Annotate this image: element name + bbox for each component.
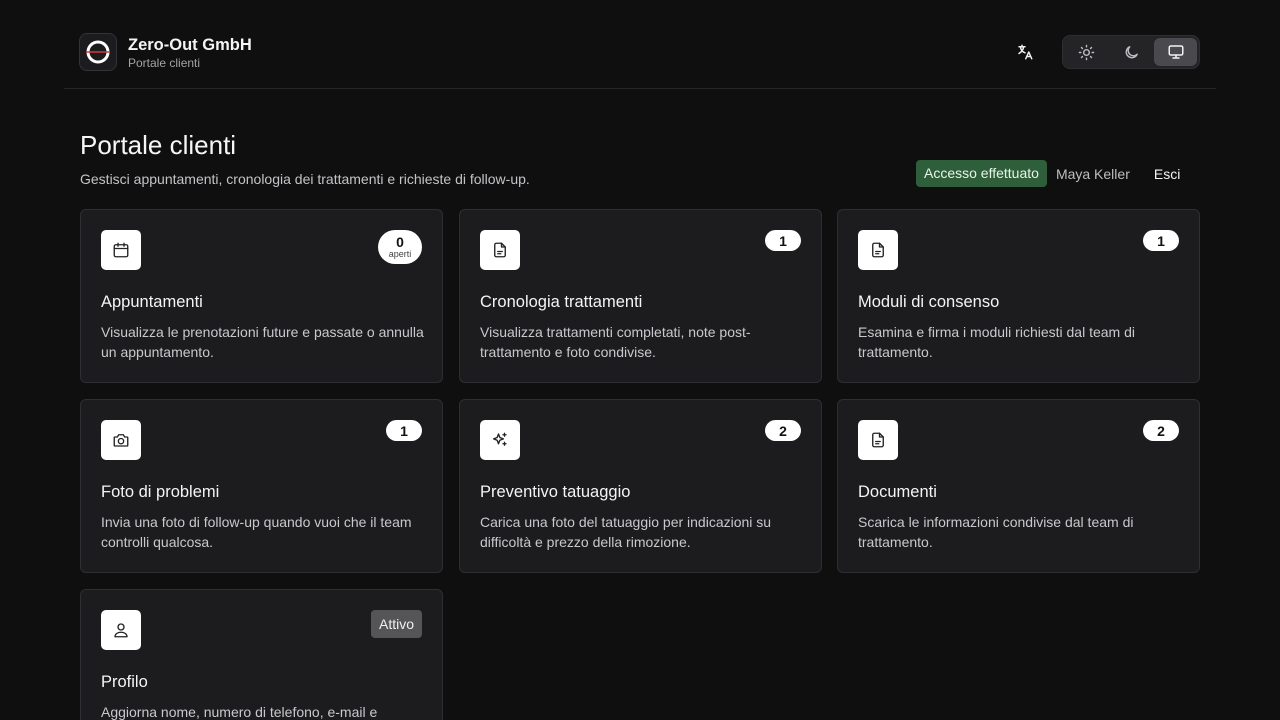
- user-icon: [101, 610, 141, 650]
- card-treatment-history[interactable]: 1 Cronologia trattamenti Visualizza trat…: [459, 209, 822, 383]
- card-appointments[interactable]: 0 aperti Appuntamenti Visualizza le pren…: [80, 209, 443, 383]
- calendar-icon: [101, 230, 141, 270]
- brand[interactable]: Zero-Out GmbH Portale clienti: [79, 33, 252, 71]
- count-badge: 1: [1143, 230, 1179, 251]
- card-title: Cronologia trattamenti: [480, 293, 643, 311]
- monitor-icon: [1168, 45, 1184, 59]
- translate-icon: [1018, 44, 1033, 60]
- language-button[interactable]: [1010, 38, 1040, 66]
- card-description: Aggiorna nome, numero di telefono, e-mai…: [101, 704, 378, 720]
- status-badge: Attivo: [370, 610, 422, 638]
- theme-light-button[interactable]: [1065, 38, 1108, 66]
- open-count-label: aperti: [388, 248, 412, 259]
- card-description: Visualizza le prenotazioni future e pass…: [101, 324, 424, 360]
- page-title: Portale clienti: [80, 130, 237, 160]
- card-description: Invia una foto di follow-up quando vuoi …: [101, 514, 412, 550]
- card-title: Appuntamenti: [101, 293, 203, 311]
- sun-icon: [1078, 44, 1095, 60]
- logout-button[interactable]: Esci: [1154, 166, 1180, 182]
- card-tattoo-quote[interactable]: 2 Preventivo tatuaggio Carica una foto d…: [459, 399, 822, 573]
- card-description: Visualizza trattamenti completati, note …: [480, 324, 751, 360]
- document-icon: [858, 420, 898, 460]
- card-consent-forms[interactable]: 1 Moduli di consenso Esamina e firma i m…: [837, 209, 1200, 383]
- count-badge: 1: [765, 230, 801, 251]
- client-portal-page: Zero-Out GmbH Portale clienti Portale cl…: [0, 0, 1280, 720]
- count-badge: 2: [765, 420, 801, 441]
- company-name: Zero-Out GmbH: [128, 35, 252, 54]
- card-title: Moduli di consenso: [858, 293, 1000, 311]
- user-name: Maya Keller: [1055, 165, 1130, 182]
- card-title: Documenti: [858, 483, 937, 501]
- card-title: Preventivo tatuaggio: [480, 483, 631, 501]
- card-documents[interactable]: 2 Documenti Scarica le informazioni cond…: [837, 399, 1200, 573]
- count-badge: 2: [1143, 420, 1179, 441]
- card-problem-photos[interactable]: 1 Foto di problemi Invia una foto di fol…: [80, 399, 443, 573]
- card-title: Profilo: [101, 673, 148, 691]
- card-description: Carica una foto del tatuaggio per indica…: [480, 514, 772, 550]
- page-subtitle: Gestisci appuntamenti, cronologia dei tr…: [80, 171, 530, 187]
- document-icon: [480, 230, 520, 270]
- top-header: Zero-Out GmbH Portale clienti: [64, 0, 1216, 89]
- theme-system-button[interactable]: [1154, 38, 1198, 66]
- moon-icon: [1125, 45, 1138, 58]
- session-bar: Accesso effettuato Maya Keller Esci: [916, 160, 1180, 187]
- theme-switcher: [1062, 35, 1200, 69]
- sparkles-icon: [480, 420, 520, 460]
- count-badge: 1: [386, 420, 422, 441]
- portal-label: Portale clienti: [128, 55, 201, 70]
- theme-dark-button[interactable]: [1110, 38, 1153, 66]
- document-icon: [858, 230, 898, 270]
- camera-icon: [101, 420, 141, 460]
- card-description: Scarica le informazioni condivise dal te…: [858, 514, 1134, 550]
- signed-in-badge: Accesso effettuato: [916, 160, 1047, 187]
- card-title: Foto di problemi: [101, 483, 220, 501]
- card-description: Esamina e firma i moduli richiesti dal t…: [858, 324, 1135, 360]
- open-count: 0: [396, 233, 404, 250]
- card-profile[interactable]: Attivo Profilo Aggiorna nome, numero di …: [80, 589, 443, 720]
- open-count-badge: 0 aperti: [378, 230, 422, 264]
- ring-logo-icon: [79, 33, 117, 71]
